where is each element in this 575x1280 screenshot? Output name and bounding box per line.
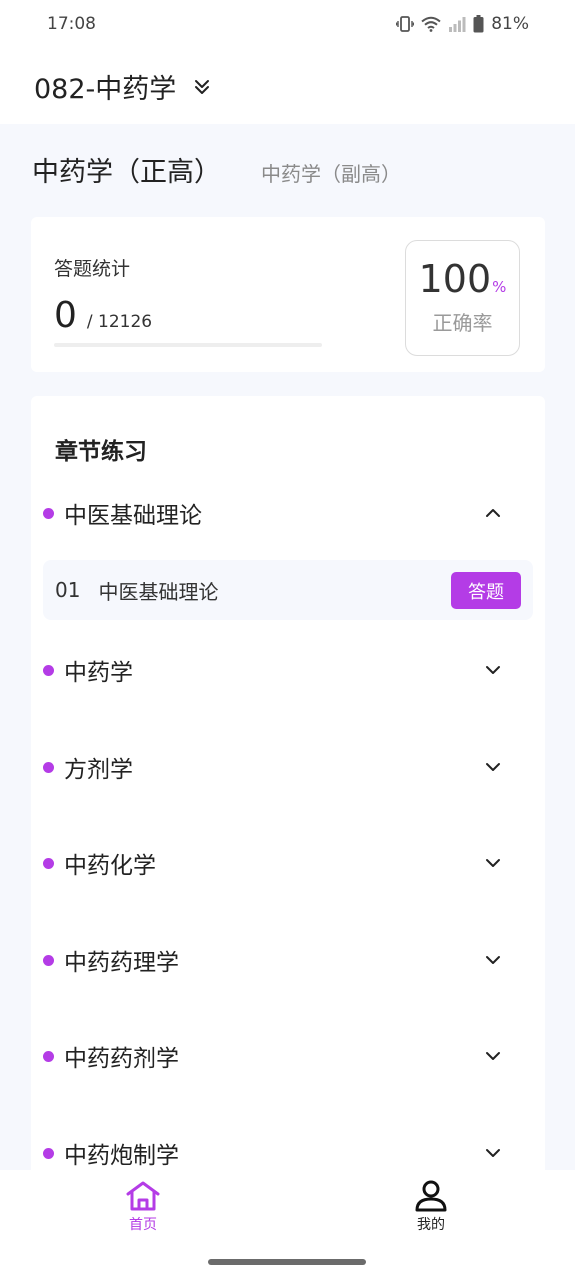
tab-fugao[interactable]: 中药学（副高） bbox=[261, 158, 401, 187]
chevron-down-icon[interactable] bbox=[484, 854, 502, 876]
bullet-dot bbox=[43, 1050, 54, 1062]
chapter-name: 中药药剂学 bbox=[64, 1046, 179, 1072]
chevron-double-down-icon[interactable] bbox=[194, 79, 210, 99]
chapter-name: 中药化学 bbox=[64, 853, 156, 879]
chevron-down-icon[interactable] bbox=[484, 1047, 502, 1069]
chapter-item[interactable]: 中药学 bbox=[31, 650, 545, 690]
chevron-down-icon[interactable] bbox=[484, 758, 502, 780]
chapter-name: 方剂学 bbox=[64, 757, 133, 783]
nav-home[interactable]: 首页 bbox=[103, 1180, 183, 1234]
chapters-title: 章节练习 bbox=[55, 439, 147, 465]
status-bar: 17:08 81% bbox=[0, 0, 575, 48]
accuracy-box: 100% 正确率 bbox=[405, 240, 520, 356]
bullet-dot bbox=[43, 507, 54, 519]
vibrate-icon bbox=[396, 16, 415, 32]
stats-label: 答题统计 bbox=[54, 258, 131, 280]
level-tabs: 中药学（正高） 中药学（副高） bbox=[32, 150, 401, 189]
nav-home-label: 首页 bbox=[129, 1217, 157, 1233]
status-time: 17:08 bbox=[47, 14, 96, 34]
tab-zhenggao[interactable]: 中药学（正高） bbox=[32, 150, 221, 189]
exam-title[interactable]: 082-中药学 bbox=[34, 67, 176, 106]
battery-percent: 81% bbox=[491, 14, 529, 34]
chapters-card: 章节练习 中医基础理论 01 中医基础理论 答题 中药学 方剂学 中药化学 中药… bbox=[31, 396, 545, 1186]
chapter-name: 中药学 bbox=[64, 660, 133, 686]
chevron-down-icon[interactable] bbox=[484, 661, 502, 683]
bullet-dot bbox=[43, 954, 54, 966]
bullet-dot bbox=[43, 761, 54, 773]
home-indicator[interactable] bbox=[208, 1259, 366, 1265]
chevron-up-icon[interactable] bbox=[484, 504, 502, 526]
user-icon bbox=[391, 1180, 471, 1212]
nav-mine[interactable]: 我的 bbox=[391, 1180, 471, 1234]
total-count: / 12126 bbox=[86, 312, 153, 332]
accuracy-value-row: 100% bbox=[406, 257, 519, 301]
sub-chapter-name: 中医基础理论 bbox=[98, 579, 219, 604]
answer-button[interactable]: 答题 bbox=[451, 572, 521, 609]
chapter-name: 中医基础理论 bbox=[64, 503, 202, 529]
sub-chapter-item[interactable]: 01 中医基础理论 答题 bbox=[43, 560, 533, 620]
chapter-item[interactable]: 中医基础理论 bbox=[31, 493, 545, 533]
chapter-name: 中药炮制学 bbox=[64, 1143, 179, 1169]
accuracy-unit: % bbox=[492, 278, 507, 296]
chevron-down-icon[interactable] bbox=[484, 951, 502, 973]
chapter-item[interactable]: 中药药理学 bbox=[31, 940, 545, 980]
wifi-icon bbox=[421, 16, 441, 32]
chevron-down-icon[interactable] bbox=[484, 1144, 502, 1166]
progress-bar bbox=[54, 343, 322, 347]
signal-icon bbox=[448, 16, 466, 32]
bullet-dot bbox=[43, 1147, 54, 1159]
accuracy-label: 正确率 bbox=[432, 311, 493, 335]
nav-mine-label: 我的 bbox=[417, 1217, 445, 1233]
chapter-item[interactable]: 中药炮制学 bbox=[31, 1133, 545, 1173]
status-icons: 81% bbox=[396, 14, 529, 34]
answered-count: 0 bbox=[54, 295, 77, 336]
chapter-name: 中药药理学 bbox=[64, 950, 179, 976]
chapter-item[interactable]: 中药化学 bbox=[31, 843, 545, 883]
sub-chapter-index: 01 bbox=[55, 578, 81, 602]
bullet-dot bbox=[43, 664, 54, 676]
chapter-item[interactable]: 中药药剂学 bbox=[31, 1036, 545, 1076]
stats-card: 答题统计 0 / 12126 100% 正确率 bbox=[31, 217, 545, 372]
chapter-item[interactable]: 方剂学 bbox=[31, 747, 545, 787]
app-header: 082-中药学 bbox=[0, 48, 575, 124]
stats-count: 0 / 12126 bbox=[54, 295, 152, 336]
bullet-dot bbox=[43, 857, 54, 869]
battery-icon bbox=[473, 15, 484, 33]
accuracy-value: 100 bbox=[418, 257, 492, 301]
home-icon bbox=[103, 1180, 183, 1212]
